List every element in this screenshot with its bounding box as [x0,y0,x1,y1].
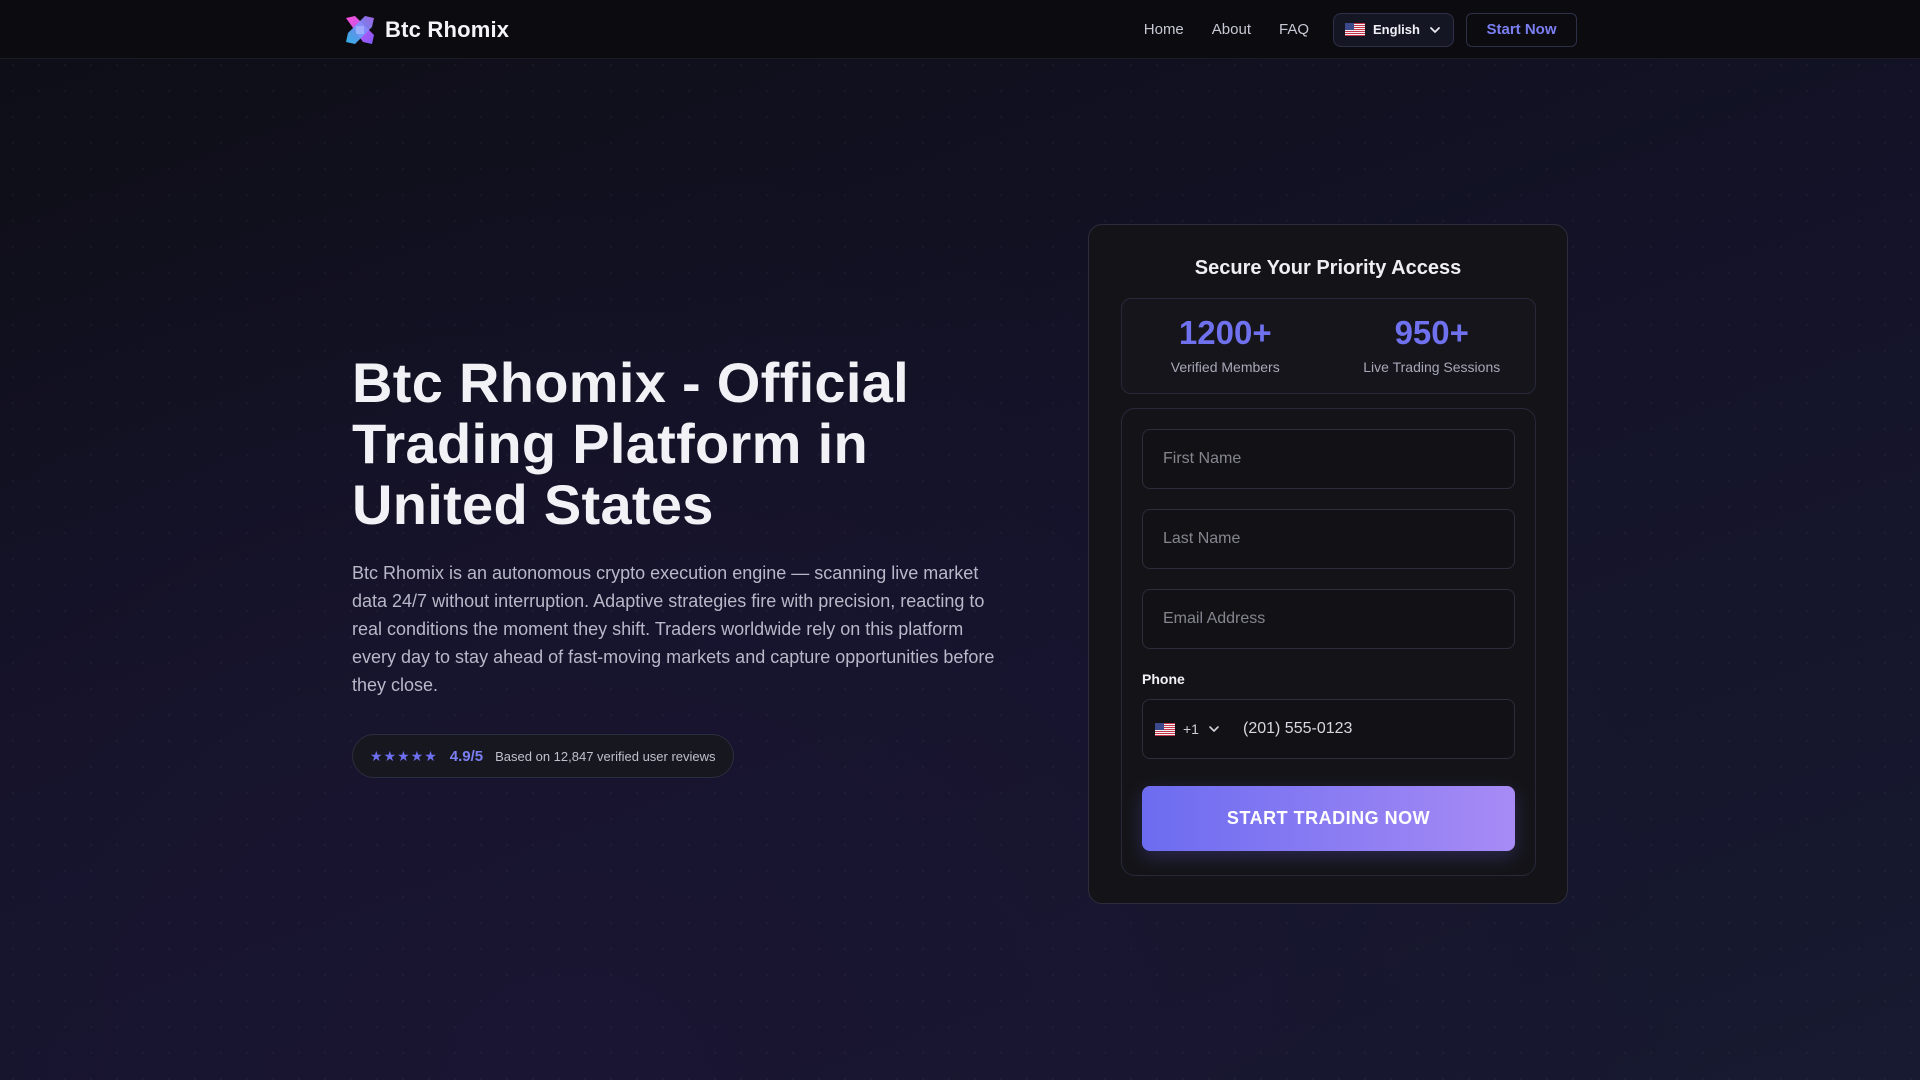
rating-score: 4.9/5 [449,747,484,765]
stat-value: 1200+ [1178,314,1272,351]
hero-section: Btc Rhomix - Official Trading Platform i… [352,352,1002,778]
card-title: Secure Your Priority Access [1194,257,1462,279]
navbar: Btc Rhomix Home About FAQ English Start … [0,0,1920,59]
language-selector[interactable]: English [1333,12,1454,47]
country-code-selector[interactable]: +1 [1143,700,1243,758]
rating-reviews: Based on 12,847 verified user reviews [495,748,716,764]
nav-link-about[interactable]: About [1212,21,1251,38]
chevron-down-icon [1430,26,1440,33]
stat-value: 950+ [1394,314,1469,351]
nav-link-home[interactable]: Home [1144,21,1184,38]
rating-stars-icon: ★★★★★ [370,747,438,764]
hero-description: Btc Rhomix is an autonomous crypto execu… [352,563,995,695]
chevron-down-icon [1209,726,1219,732]
stats-panel: 1200+ Verified Members 950+ Live Trading… [1121,298,1536,394]
navbar-inner: Btc Rhomix Home About FAQ English Start … [343,0,1577,59]
stat-sessions: 950+ Live Trading Sessions [1329,299,1536,393]
signup-card: Secure Your Priority Access 1200+ Verifi… [1088,224,1568,904]
rating-badge: ★★★★★ 4.9/5 Based on 12,847 verified use… [352,734,734,778]
email-field[interactable] [1142,589,1515,649]
nav-menu: Home About FAQ English Start Now [1144,12,1577,47]
brand-link[interactable]: Btc Rhomix [343,13,509,47]
signup-form: Phone +1 ST [1121,408,1536,876]
brand-name: Btc Rhomix [385,16,510,42]
phone-input[interactable] [1243,700,1514,758]
brand-logo-icon [346,15,374,44]
first-name-field[interactable] [1142,429,1515,489]
start-now-button[interactable]: Start Now [1466,12,1577,47]
country-code: +1 [1183,721,1199,737]
hero-title: Btc Rhomix - Official Trading Platform i… [352,351,910,536]
phone-label: Phone [1142,671,1185,687]
us-flag-icon [1345,23,1366,36]
stat-members: 1200+ Verified Members [1122,299,1329,393]
stat-label: Live Trading Sessions [1363,359,1501,375]
phone-field-group: +1 [1142,699,1515,759]
stat-label: Verified Members [1170,359,1280,375]
language-label: English [1373,22,1420,37]
us-flag-icon [1155,722,1175,736]
last-name-field[interactable] [1142,509,1515,569]
start-trading-button[interactable]: START TRADING NOW [1142,786,1515,851]
nav-link-faq[interactable]: FAQ [1279,21,1309,38]
